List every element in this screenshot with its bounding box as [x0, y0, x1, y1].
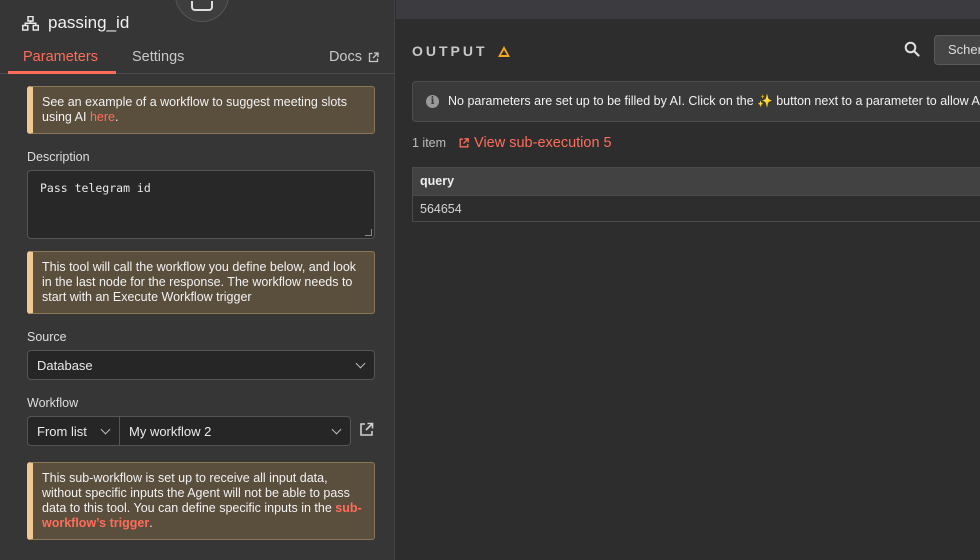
node-parameters-panel: passing_id Parameters Settings Docs See …	[0, 0, 395, 560]
sitemap-icon	[22, 15, 39, 31]
table-cell[interactable]: 564654	[413, 195, 980, 221]
info-icon: i	[426, 95, 439, 108]
tool-info-callout: This tool will call the workflow you def…	[27, 251, 375, 314]
docs-label: Docs	[328, 49, 362, 65]
chevron-down-icon	[331, 424, 342, 435]
resize-handle[interactable]	[365, 229, 372, 236]
output-header: OUTPUT	[412, 43, 510, 59]
open-workflow-icon[interactable]	[359, 422, 374, 437]
subworkflow-callout-suffix: .	[149, 516, 153, 530]
search-icon[interactable]	[904, 41, 920, 57]
top-bar	[396, 0, 980, 19]
view-sub-execution-link[interactable]: View sub-execution 5	[459, 135, 612, 151]
node-title[interactable]: passing_id	[48, 13, 129, 33]
source-select[interactable]: Database	[27, 350, 375, 380]
subworkflow-callout: This sub-workflow is set up to receive a…	[27, 462, 375, 540]
ai-info-banner: i No parameters are set up to be filled …	[412, 81, 980, 122]
description-label: Description	[27, 150, 90, 164]
chevron-down-icon	[100, 424, 111, 435]
tab-parameters[interactable]: Parameters	[23, 49, 98, 65]
column-header-query[interactable]: query	[413, 168, 980, 195]
source-value: Database	[37, 357, 93, 373]
docs-link[interactable]: Docs	[329, 49, 379, 65]
tool-info-text: This tool will call the workflow you def…	[42, 260, 357, 304]
subworkflow-callout-text: This sub-workflow is set up to receive a…	[42, 471, 350, 515]
parameter-tabs: Parameters Settings Docs	[0, 40, 395, 74]
robot-icon	[191, 1, 213, 11]
schema-view-button[interactable]: Schema	[934, 35, 980, 65]
source-label: Source	[27, 330, 67, 344]
workflow-label: Workflow	[27, 396, 79, 410]
output-title: OUTPUT	[412, 43, 488, 59]
description-value: Pass telegram id	[40, 181, 151, 195]
chevron-down-icon	[355, 358, 366, 369]
description-textarea[interactable]: Pass telegram id	[27, 170, 375, 239]
external-link-icon	[368, 51, 379, 62]
output-panel: OUTPUT Schema i No parameters are set up…	[396, 19, 980, 560]
example-link[interactable]: here	[90, 110, 115, 124]
example-callout-text: See an example of a workflow to suggest …	[42, 95, 348, 124]
workflow-mode-value: From list	[37, 423, 87, 439]
workflow-select[interactable]: My workflow 2	[119, 416, 351, 446]
agent-node-bubble[interactable]	[175, 0, 229, 22]
output-table: query 564654	[412, 167, 980, 222]
sub-execution-label: View sub-execution 5	[474, 135, 612, 151]
items-row: 1 item View sub-execution 5	[412, 135, 612, 151]
node-header: passing_id	[22, 13, 129, 33]
items-count: 1 item	[412, 136, 447, 150]
warning-icon[interactable]	[497, 45, 510, 57]
external-link-icon	[459, 138, 469, 148]
active-tab-indicator	[8, 71, 116, 74]
workflow-value: My workflow 2	[129, 423, 212, 439]
tab-settings[interactable]: Settings	[132, 49, 184, 65]
example-callout: See an example of a workflow to suggest …	[27, 86, 375, 134]
workflow-mode-select[interactable]: From list	[27, 416, 120, 446]
ai-info-text: No parameters are set up to be filled by…	[448, 94, 980, 108]
example-callout-suffix: .	[114, 110, 119, 124]
